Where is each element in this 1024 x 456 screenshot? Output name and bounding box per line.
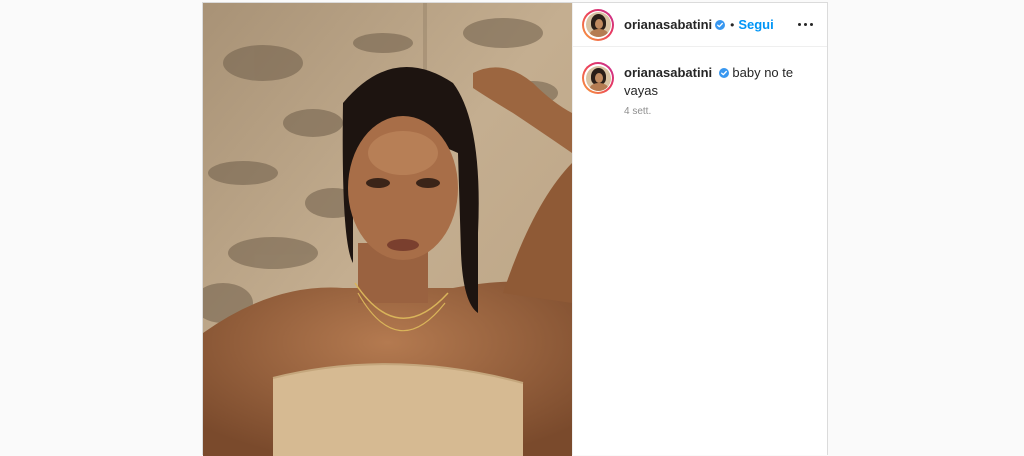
- author-avatar[interactable]: [582, 8, 614, 41]
- separator-dot: •: [730, 17, 735, 32]
- verified-badge-icon: [718, 68, 729, 78]
- comments-section: orianasabatini baby no te vayas 4 sett.: [573, 47, 827, 117]
- avatar-image: [585, 12, 611, 37]
- caption: orianasabatini baby no te vayas: [582, 62, 818, 100]
- post-sidebar: orianasabatini • Segui orianasabatini ba…: [572, 3, 827, 455]
- author-username[interactable]: orianasabatini: [624, 17, 712, 32]
- caption-avatar[interactable]: [582, 62, 614, 94]
- caption-username[interactable]: orianasabatini: [624, 65, 712, 80]
- post-header: orianasabatini • Segui: [573, 3, 827, 47]
- verified-badge-icon: [715, 19, 726, 30]
- post-photo[interactable]: [203, 3, 572, 456]
- follow-button[interactable]: Segui: [738, 17, 773, 32]
- more-options-icon[interactable]: [794, 17, 817, 32]
- avatar-image: [585, 65, 611, 91]
- post-container: orianasabatini • Segui orianasabatini ba…: [202, 2, 828, 456]
- post-photo-image: [203, 3, 572, 456]
- post-timestamp[interactable]: 4 sett.: [624, 106, 818, 117]
